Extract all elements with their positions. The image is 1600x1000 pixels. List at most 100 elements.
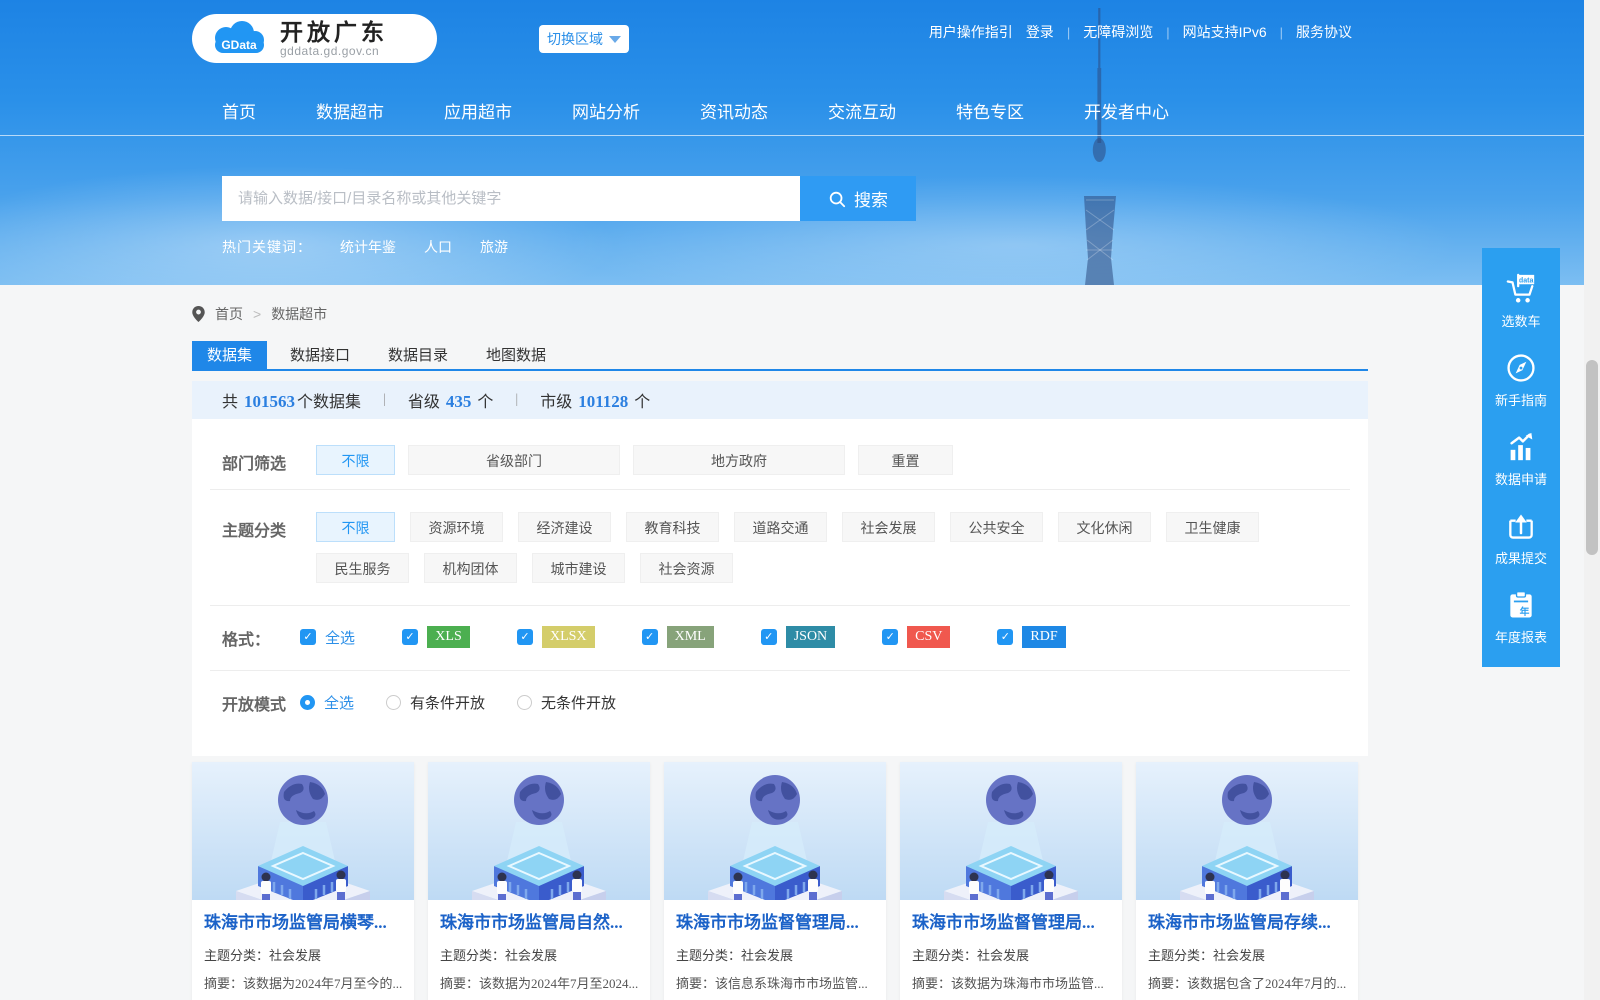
search-bar: 搜索 — [222, 176, 916, 221]
search-button[interactable]: 搜索 — [800, 176, 916, 221]
dataset-card[interactable]: 珠海市市场监管局横琴... 主题分类：社会发展 摘要：该数据为2024年7月至今… — [192, 762, 414, 1000]
breadcrumb-home[interactable]: 首页 — [215, 304, 243, 324]
topic-option-health[interactable]: 卫生健康 — [1166, 512, 1259, 542]
sidebar-item-data-application[interactable]: 数据申请 — [1482, 420, 1560, 499]
site-logo[interactable]: GData 开放广东 gddata.gd.gov.cn — [192, 14, 437, 63]
topic-option-public-safety[interactable]: 公共安全 — [950, 512, 1043, 542]
open-mode-all[interactable]: 全选 — [300, 692, 354, 713]
format-select-all[interactable]: 全选 — [300, 627, 355, 648]
checkbox-checked-icon[interactable] — [642, 629, 658, 645]
checkbox-checked-icon[interactable] — [997, 629, 1013, 645]
reset-button[interactable]: 重置 — [858, 445, 953, 475]
nav-item-news[interactable]: 资讯动态 — [700, 98, 768, 123]
topic-option-social-resources[interactable]: 社会资源 — [640, 553, 733, 583]
checkbox-checked-icon[interactable] — [761, 629, 777, 645]
topic-option-economy[interactable]: 经济建设 — [518, 512, 611, 542]
open-mode-conditional[interactable]: 有条件开放 — [386, 692, 485, 713]
hot-keyword-population[interactable]: 人口 — [424, 237, 452, 257]
stat-total: 共 101563个数据集 — [222, 388, 361, 412]
checkbox-checked-icon[interactable] — [402, 629, 418, 645]
tab-map-data[interactable]: 地图数据 — [471, 341, 561, 371]
divider — [210, 670, 1350, 671]
department-option-local-gov[interactable]: 地方政府 — [633, 445, 845, 475]
sidebar-item-result-submission[interactable]: 成果提交 — [1482, 499, 1560, 578]
checkbox-checked-icon[interactable] — [517, 629, 533, 645]
dataset-card[interactable]: 珠海市市场监管局自然... 主题分类：社会发展 摘要：该数据为2024年7月至2… — [428, 762, 650, 1000]
topic-option-unlimited[interactable]: 不限 — [316, 512, 395, 542]
top-bar: GData 开放广东 gddata.gd.gov.cn 切换区域 用户操作指引 … — [192, 14, 1352, 64]
sidebar-item-beginner-guide[interactable]: 新手指南 — [1482, 341, 1560, 420]
nav-item-developer-center[interactable]: 开发者中心 — [1084, 98, 1169, 123]
tab-data-catalog[interactable]: 数据目录 — [373, 341, 463, 371]
nav-divider — [0, 135, 1584, 136]
svg-text:GData: GData — [221, 38, 257, 52]
topic-option-urban-construction[interactable]: 城市建设 — [532, 553, 625, 583]
logo-text: 开放广东 gddata.gd.gov.cn — [280, 20, 388, 58]
sidebar-item-data-cart[interactable]: data 选数车 — [1482, 262, 1560, 341]
format-option-json[interactable]: JSON — [761, 626, 835, 648]
dataset-title[interactable]: 珠海市市场监管局存续... — [1148, 912, 1346, 934]
dataset-card-list: 珠海市市场监管局横琴... 主题分类：社会发展 摘要：该数据为2024年7月至今… — [192, 762, 1376, 1000]
topic-option-social-dev[interactable]: 社会发展 — [842, 512, 935, 542]
dataset-thumbnail — [428, 762, 650, 900]
link-service-agreement[interactable]: 服务协议 — [1296, 22, 1352, 42]
search-button-label: 搜索 — [854, 186, 888, 211]
hot-keyword-statistical-yearbook[interactable]: 统计年鉴 — [340, 237, 396, 257]
link-login[interactable]: 登录 — [1026, 22, 1054, 42]
link-accessibility[interactable]: 无障碍浏览 — [1083, 22, 1153, 42]
topic-option-road-traffic[interactable]: 道路交通 — [734, 512, 827, 542]
breadcrumb-separator: > — [253, 306, 261, 322]
radio-checked-icon[interactable] — [300, 695, 315, 710]
nav-item-data-market[interactable]: 数据超市 — [316, 98, 384, 123]
breadcrumb: 首页 > 数据超市 — [192, 304, 327, 324]
header-banner: GData 开放广东 gddata.gd.gov.cn 切换区域 用户操作指引 … — [0, 0, 1584, 285]
topic-option-organizations[interactable]: 机构团体 — [424, 553, 517, 583]
hot-keyword-tourism[interactable]: 旅游 — [480, 237, 508, 257]
tab-dataset[interactable]: 数据集 — [192, 341, 267, 371]
format-option-csv[interactable]: CSV — [882, 626, 950, 648]
nav-item-special-zone[interactable]: 特色专区 — [956, 98, 1024, 123]
dataset-card-body: 珠海市市场监督管理局... 主题分类：社会发展 摘要：该信息系珠海市市场监管..… — [664, 900, 886, 1000]
dataset-card[interactable]: 珠海市市场监督管理局... 主题分类：社会发展 摘要：该数据为珠海市市场监管..… — [900, 762, 1122, 1000]
format-option-xlsx[interactable]: XLSX — [517, 626, 595, 648]
sidebar-item-annual-report[interactable]: 年 年度报表 — [1482, 578, 1560, 657]
link-ipv6[interactable]: 网站支持IPv6 — [1183, 22, 1267, 42]
checkbox-checked-icon[interactable] — [300, 629, 316, 645]
sidebar-item-label: 选数车 — [1501, 311, 1540, 330]
format-option-xls[interactable]: XLS — [402, 626, 470, 648]
department-option-unlimited[interactable]: 不限 — [316, 445, 395, 475]
dataset-tabs: 数据集 数据接口 数据目录 地图数据 — [192, 341, 1368, 371]
topic-option-culture-leisure[interactable]: 文化休闲 — [1058, 512, 1151, 542]
nav-item-app-market[interactable]: 应用超市 — [444, 98, 512, 123]
nav-item-site-analysis[interactable]: 网站分析 — [572, 98, 640, 123]
format-filter-options: 全选 XLS XLSX XML JSON CSV — [300, 622, 1066, 652]
dataset-title[interactable]: 珠海市市场监督管理局... — [676, 912, 874, 934]
topic-option-livelihood[interactable]: 民生服务 — [316, 553, 409, 583]
dataset-category: 主题分类：社会发展 — [676, 945, 874, 964]
tab-data-api[interactable]: 数据接口 — [275, 341, 365, 371]
scrollbar-thumb[interactable] — [1586, 360, 1598, 555]
nav-item-interaction[interactable]: 交流互动 — [828, 98, 896, 123]
radio-unchecked-icon[interactable] — [517, 695, 532, 710]
switch-region-button[interactable]: 切换区域 — [539, 25, 629, 53]
checkbox-checked-icon[interactable] — [882, 629, 898, 645]
radio-unchecked-icon[interactable] — [386, 695, 401, 710]
dataset-card[interactable]: 珠海市市场监督管理局... 主题分类：社会发展 摘要：该信息系珠海市市场监管..… — [664, 762, 886, 1000]
hot-keywords-label: 热门关键词： — [222, 237, 312, 257]
dataset-title[interactable]: 珠海市市场监管局自然... — [440, 912, 638, 934]
format-option-xml[interactable]: XML — [642, 626, 714, 648]
divider: | — [515, 392, 518, 408]
topic-option-resources-env[interactable]: 资源环境 — [410, 512, 503, 542]
dataset-title[interactable]: 珠海市市场监督管理局... — [912, 912, 1110, 934]
format-option-rdf[interactable]: RDF — [997, 626, 1065, 648]
dataset-card[interactable]: 珠海市市场监管局存续... 主题分类：社会发展 摘要：该数据包含了2024年7月… — [1136, 762, 1358, 1000]
nav-item-home[interactable]: 首页 — [222, 98, 256, 123]
dataset-thumbnail — [192, 762, 414, 900]
search-input[interactable] — [222, 176, 800, 221]
dataset-title[interactable]: 珠海市市场监管局横琴... — [204, 912, 402, 934]
link-user-guide[interactable]: 用户操作指引 — [929, 22, 1013, 42]
topic-option-education-tech[interactable]: 教育科技 — [626, 512, 719, 542]
department-option-provincial[interactable]: 省级部门 — [408, 445, 620, 475]
open-mode-unconditional[interactable]: 无条件开放 — [517, 692, 616, 713]
dataset-card-body: 珠海市市场监管局自然... 主题分类：社会发展 摘要：该数据为2024年7月至2… — [428, 900, 650, 1000]
